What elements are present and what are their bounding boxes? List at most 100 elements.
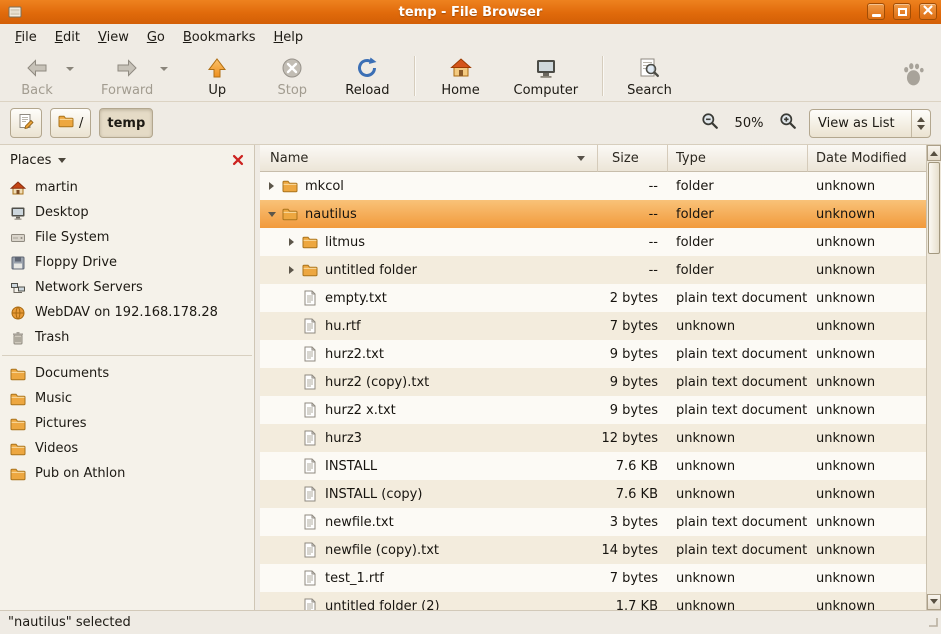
home-button[interactable]: Home — [432, 53, 490, 99]
location-bar: / temp 50% View as List — [0, 102, 941, 145]
file-name: hurz2 (copy).txt — [325, 375, 429, 390]
column-header-type[interactable]: Type — [668, 145, 808, 172]
sidebar-item-desktop[interactable]: Desktop — [0, 200, 254, 225]
name-cell: INSTALL — [260, 452, 598, 480]
menu-go[interactable]: Go — [138, 26, 174, 49]
text-file-icon — [302, 402, 318, 418]
file-row-newfile-txt[interactable]: newfile.txt3 bytesplain text documentunk… — [260, 508, 926, 536]
folder-icon — [302, 262, 318, 278]
desktop-icon — [10, 205, 26, 221]
modified-cell: unknown — [808, 564, 926, 592]
statusbar: "nautilus" selected — [0, 610, 941, 634]
file-row-hurz3[interactable]: hurz312 bytesunknownunknown — [260, 424, 926, 452]
close-button[interactable] — [919, 3, 937, 20]
name-cell: nautilus — [260, 200, 598, 228]
combo-stepper-icon[interactable] — [911, 110, 930, 137]
name-cell: hurz3 — [260, 424, 598, 452]
file-name: litmus — [325, 235, 365, 250]
file-row-empty-txt[interactable]: empty.txt2 bytesplain text documentunkno… — [260, 284, 926, 312]
folder-icon — [58, 113, 74, 133]
view-as-combo[interactable]: View as List — [809, 109, 931, 138]
sidebar-item-pub-on-athlon[interactable]: Pub on Athlon — [0, 461, 254, 486]
minimize-icon — [872, 14, 881, 17]
file-name: empty.txt — [325, 291, 387, 306]
file-row-newfile-copy-txt[interactable]: newfile (copy).txt14 bytesplain text doc… — [260, 536, 926, 564]
file-row-install[interactable]: INSTALL7.6 KBunknownunknown — [260, 452, 926, 480]
collapse-expander-icon[interactable] — [264, 207, 279, 222]
path-root-button[interactable]: / — [50, 108, 91, 138]
menu-bookmarks[interactable]: Bookmarks — [174, 26, 265, 49]
sidebar-item-videos[interactable]: Videos — [0, 436, 254, 461]
file-row-hu-rtf[interactable]: hu.rtf7 bytesunknownunknown — [260, 312, 926, 340]
sidebar-item-trash[interactable]: Trash — [0, 325, 254, 350]
sidebar-item-file-system[interactable]: File System — [0, 225, 254, 250]
reload-button[interactable]: Reload — [338, 53, 396, 99]
column-header-name[interactable]: Name — [260, 145, 598, 172]
folder-icon — [10, 416, 26, 432]
column-header-size[interactable]: Size — [598, 145, 668, 172]
sidebar-item-webdav-on-192-168-178-28[interactable]: WebDAV on 192.168.178.28 — [0, 300, 254, 325]
name-cell: hu.rtf — [260, 312, 598, 340]
zoom-out-button[interactable] — [697, 110, 723, 136]
file-row-nautilus[interactable]: nautilus--folderunknown — [260, 200, 926, 228]
vertical-scrollbar[interactable] — [926, 145, 941, 610]
home-folder-icon — [10, 180, 26, 196]
size-cell: 7.6 KB — [598, 452, 668, 480]
sidebar-item-martin[interactable]: martin — [0, 175, 254, 200]
expand-expander-icon[interactable] — [264, 179, 279, 194]
sidebar-item-documents[interactable]: Documents — [0, 361, 254, 386]
file-row-untitled-folder[interactable]: untitled folder--folderunknown — [260, 256, 926, 284]
scroll-down-button[interactable] — [927, 594, 941, 610]
search-icon — [637, 56, 661, 80]
expand-expander-icon[interactable] — [284, 263, 299, 278]
places-header[interactable]: Places — [0, 145, 254, 175]
sidebar-item-floppy-drive[interactable]: Floppy Drive — [0, 250, 254, 275]
stop-icon — [280, 56, 304, 80]
type-cell: folder — [668, 256, 808, 284]
forward-button: Forward — [94, 53, 171, 99]
minimize-button[interactable] — [867, 3, 885, 20]
file-row-hurz2-copy-txt[interactable]: hurz2 (copy).txt9 bytesplain text docume… — [260, 368, 926, 396]
type-cell: unknown — [668, 480, 808, 508]
size-cell: 3 bytes — [598, 508, 668, 536]
type-cell: unknown — [668, 564, 808, 592]
toggle-location-entry-button[interactable] — [10, 108, 42, 138]
column-header-date-modified[interactable]: Date Modified — [808, 145, 926, 172]
file-row-untitled-folder-2[interactable]: untitled folder (2)1.7 KBunknownunknown — [260, 592, 926, 610]
path-current-button[interactable]: temp — [99, 108, 153, 138]
maximize-button[interactable] — [893, 3, 911, 20]
expand-expander-icon[interactable] — [284, 235, 299, 250]
menu-edit[interactable]: Edit — [46, 26, 89, 49]
modified-cell: unknown — [808, 172, 926, 200]
close-sidebar-button[interactable] — [229, 151, 247, 169]
file-row-mkcol[interactable]: mkcol--folderunknown — [260, 172, 926, 200]
folder-icon — [10, 391, 26, 407]
menu-help[interactable]: Help — [265, 26, 313, 49]
scroll-up-button[interactable] — [927, 145, 941, 161]
zoom-in-button[interactable] — [775, 110, 801, 136]
menu-file[interactable]: File — [6, 26, 46, 49]
modified-cell: unknown — [808, 508, 926, 536]
menu-view[interactable]: View — [89, 26, 138, 49]
type-cell: plain text document — [668, 368, 808, 396]
sidebar-item-pictures[interactable]: Pictures — [0, 411, 254, 436]
resize-grip[interactable] — [927, 616, 939, 632]
folder-icon — [10, 441, 26, 457]
file-row-litmus[interactable]: litmus--folderunknown — [260, 228, 926, 256]
titlebar[interactable]: temp - File Browser — [0, 0, 941, 24]
scrollbar-thumb[interactable] — [928, 162, 940, 254]
search-button[interactable]: Search — [620, 53, 679, 99]
type-cell: plain text document — [668, 508, 808, 536]
type-cell: unknown — [668, 452, 808, 480]
sidebar-item-network-servers[interactable]: Network Servers — [0, 275, 254, 300]
view-as-label: View as List — [810, 110, 911, 137]
sidebar-item-music[interactable]: Music — [0, 386, 254, 411]
file-row-install-copy[interactable]: INSTALL (copy)7.6 KBunknownunknown — [260, 480, 926, 508]
file-row-hurz2-x-txt[interactable]: hurz2 x.txt9 bytesplain text documentunk… — [260, 396, 926, 424]
up-button[interactable]: Up — [188, 53, 246, 99]
modified-cell: unknown — [808, 284, 926, 312]
file-row-test-1-rtf[interactable]: test_1.rtf7 bytesunknownunknown — [260, 564, 926, 592]
window-title: temp - File Browser — [0, 5, 941, 20]
file-row-hurz2-txt[interactable]: hurz2.txt9 bytesplain text documentunkno… — [260, 340, 926, 368]
computer-button[interactable]: Computer — [507, 53, 586, 99]
